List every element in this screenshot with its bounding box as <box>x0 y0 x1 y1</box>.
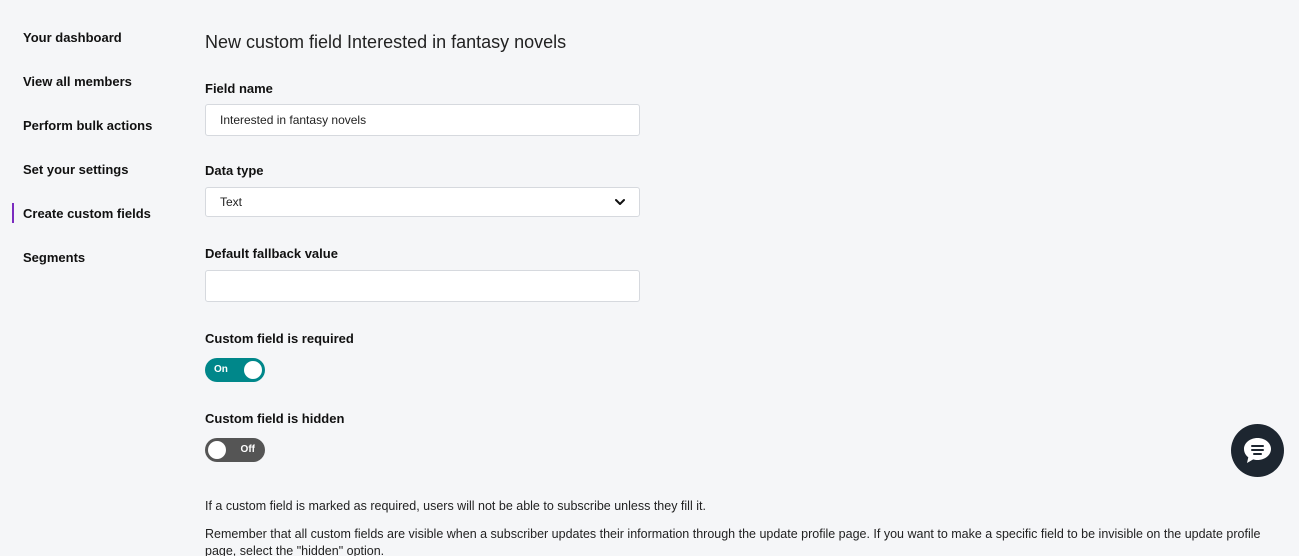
page: Your dashboard View all members Perform … <box>0 0 1299 556</box>
main-content: New custom field Interested in fantasy n… <box>205 30 1285 556</box>
sidebar-item-set-your-settings[interactable]: Set your settings <box>0 158 170 202</box>
field-name-label: Field name <box>205 81 273 96</box>
default-fallback-input[interactable] <box>205 270 640 302</box>
required-toggle-knob <box>244 361 262 379</box>
sidebar-item-segments[interactable]: Segments <box>0 246 170 290</box>
hidden-toggle-label: Custom field is hidden <box>205 411 345 426</box>
help-text-required: If a custom field is marked as required,… <box>205 499 706 513</box>
field-name-input[interactable] <box>205 104 640 136</box>
sidebar-item-your-dashboard[interactable]: Your dashboard <box>0 26 170 70</box>
required-toggle-state: On <box>214 364 228 375</box>
sidebar-item-perform-bulk-actions[interactable]: Perform bulk actions <box>0 114 170 158</box>
hidden-toggle-state: Off <box>240 444 255 455</box>
hidden-toggle-knob <box>208 441 226 459</box>
help-text-hidden: Remember that all custom fields are visi… <box>205 527 1261 556</box>
required-toggle-label: Custom field is required <box>205 331 354 346</box>
default-fallback-label: Default fallback value <box>205 246 338 261</box>
data-type-selected-value: Text <box>220 195 243 209</box>
chevron-down-icon <box>615 199 625 205</box>
chat-bubble-icon <box>1244 438 1271 463</box>
hidden-toggle[interactable]: Off <box>205 438 265 462</box>
data-type-label: Data type <box>205 163 264 178</box>
sidebar: Your dashboard View all members Perform … <box>0 0 170 290</box>
sidebar-item-view-all-members[interactable]: View all members <box>0 70 170 114</box>
required-toggle[interactable]: On <box>205 358 265 382</box>
page-title: New custom field Interested in fantasy n… <box>205 32 567 52</box>
chat-button[interactable] <box>1231 424 1284 477</box>
sidebar-item-create-custom-fields[interactable]: Create custom fields <box>0 202 170 246</box>
data-type-select[interactable]: Text <box>205 187 640 217</box>
